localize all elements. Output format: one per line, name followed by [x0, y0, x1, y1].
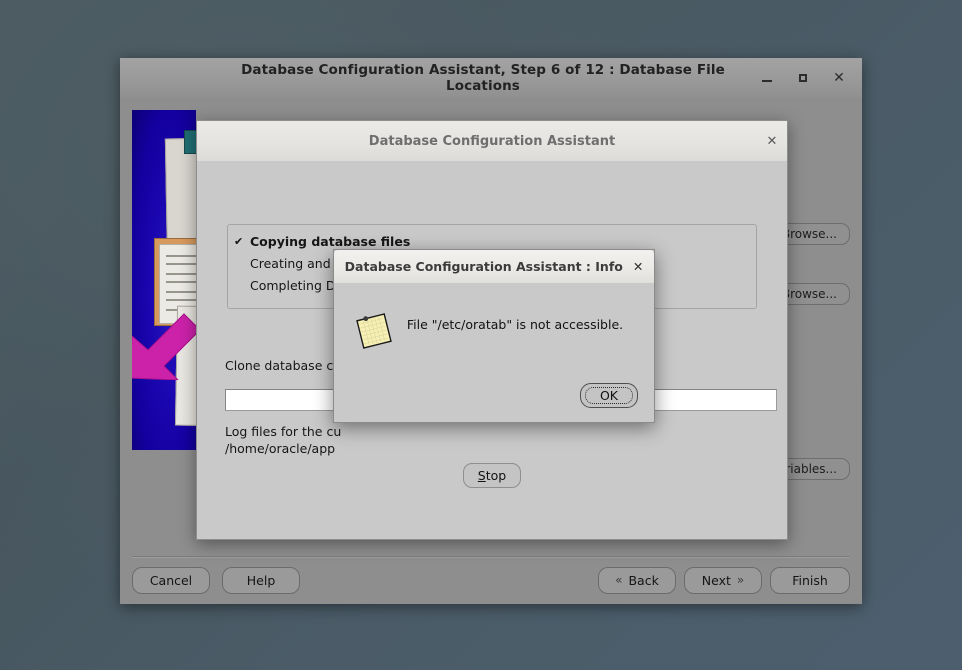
log-location-line-1: Log files for the cu [225, 424, 342, 439]
info-dialog-button-row: OK [580, 383, 638, 408]
stop-button-row: Stop [197, 463, 787, 488]
banner-arrow-icon [132, 306, 196, 380]
cancel-button[interactable]: Cancel [132, 566, 210, 594]
info-dialog-content-row: File "/etc/oratab" is not accessible. [334, 283, 654, 351]
maximize-icon[interactable] [796, 71, 810, 85]
progress-dialog-title: Database Configuration Assistant [368, 133, 616, 149]
chevron-right-icon: » [736, 573, 745, 587]
hint-line-1: the above [780, 342, 850, 359]
progress-dialog-close-icon[interactable]: ✕ [757, 134, 787, 149]
hint-line-4: ge. [780, 393, 850, 410]
info-dialog: Database Configuration Assistant : Info … [333, 249, 655, 423]
navbar-left-group: Cancel Help [132, 566, 300, 594]
banner-teal-block [184, 130, 196, 154]
back-button[interactable]: « Back [598, 566, 676, 594]
next-button-label: Next [701, 572, 731, 588]
progress-dialog-titlebar[interactable]: Database Configuration Assistant ✕ [197, 121, 787, 162]
finish-button[interactable]: Finish [770, 566, 850, 594]
log-location-line-2: /home/oracle/app [225, 441, 336, 456]
log-location-text: Log files for the cu /home/oracle/app [225, 423, 341, 457]
clone-progress-label: Clone database cre [225, 358, 346, 373]
wizard-navbar: Cancel Help « Back Next » Finish [132, 564, 850, 596]
help-button[interactable]: Help [222, 566, 300, 594]
navbar-right-group: « Back Next » Finish [598, 566, 850, 594]
next-button[interactable]: Next » [684, 566, 762, 594]
wizard-banner-image [132, 110, 196, 450]
ok-button[interactable]: OK [580, 383, 638, 408]
close-icon[interactable]: ✕ [832, 71, 846, 85]
minimize-icon[interactable] [760, 71, 774, 85]
info-dialog-message: File "/etc/oratab" is not accessible. [406, 317, 624, 332]
hint-line-3: nerates [780, 376, 850, 393]
stop-button[interactable]: Stop [462, 463, 522, 488]
main-window-titlebar[interactable]: Database Configuration Assistant, Step 6… [120, 58, 862, 99]
info-dialog-titlebar[interactable]: Database Configuration Assistant : Info … [334, 250, 654, 284]
hint-line-2: ctomize [780, 359, 850, 376]
stop-button-label-rest: top [485, 468, 507, 483]
info-dialog-close-icon[interactable]: ✕ [633, 259, 643, 274]
chevron-left-icon: « [615, 573, 623, 587]
window-controls: ✕ [760, 71, 862, 85]
navbar-divider [132, 556, 850, 558]
info-dialog-title: Database Configuration Assistant : Info [344, 259, 623, 274]
file-location-hint-text: the above ctomize nerates ge. [780, 342, 850, 410]
back-button-label: Back [628, 572, 659, 588]
main-window-title: Database Configuration Assistant, Step 6… [241, 62, 725, 94]
note-icon [352, 307, 396, 351]
info-dialog-body: File "/etc/oratab" is not accessible. OK [334, 283, 654, 422]
